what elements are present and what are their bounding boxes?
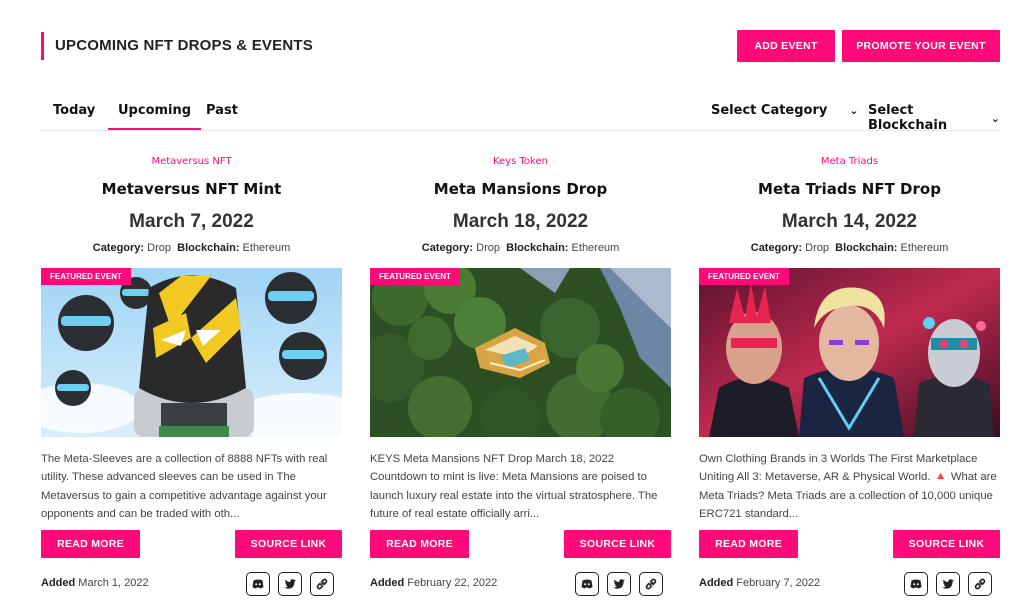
event-image[interactable]: FEATURED EVENT (699, 268, 1000, 437)
read-more-button[interactable]: READ MORE (41, 530, 140, 558)
event-date: March 18, 2022 (452, 211, 589, 232)
featured-badge: FEATURED EVENT (370, 268, 460, 285)
mansion-artwork-image (370, 268, 671, 437)
page-title: UPCOMING NFT DROPS & EVENTS (55, 37, 313, 54)
link-icon[interactable] (639, 572, 663, 596)
category-value: Drop (805, 242, 829, 254)
event-meta: Category: Drop Blockchain: Ethereum (41, 242, 342, 254)
add-event-button[interactable]: ADD EVENT (737, 30, 835, 62)
chevron-down-icon: ⌄ (990, 111, 1000, 125)
added-date: Added February 7, 2022 (699, 577, 820, 589)
featured-badge: FEATURED EVENT (699, 268, 789, 285)
added-value: March 1, 2022 (78, 577, 149, 589)
event-date: March 14, 2022 (781, 211, 918, 232)
blockchain-select[interactable]: Select Blockchain ⌄ (868, 103, 1000, 133)
event-meta: Category: Drop Blockchain: Ethereum (370, 242, 671, 254)
added-label: Added (370, 577, 405, 589)
page-header: UPCOMING NFT DROPS & EVENTS ADD EVENT PR… (41, 30, 1000, 62)
event-card: Metaversus NFT Metaversus NFT Mint March… (41, 152, 342, 613)
category-label: Category: (92, 242, 145, 254)
event-description: The Meta-Sleeves are a collection of 888… (41, 453, 328, 520)
category-select-label: Select Category (711, 103, 828, 118)
event-image[interactable]: FEATURED EVENT (370, 268, 671, 437)
blockchain-label: Blockchain: (835, 242, 898, 254)
added-value: February 7, 2022 (736, 577, 821, 589)
event-image[interactable]: FEATURED EVENT (41, 268, 342, 437)
event-description: KEYS Meta Mansions NFT Drop March 18, 20… (370, 453, 658, 520)
blockchain-value: Ethereum (900, 242, 949, 254)
discord-icon[interactable] (904, 572, 928, 596)
event-card: Keys Token Meta Mansions Drop March 18, … (370, 152, 671, 613)
title-accent-bar (41, 32, 44, 60)
cyberpunk-characters-image (699, 268, 1000, 437)
twitter-icon[interactable] (936, 572, 960, 596)
featured-badge: FEATURED EVENT (41, 268, 131, 285)
event-title[interactable]: Meta Triads NFT Drop (699, 180, 1000, 198)
source-link-button[interactable]: SOURCE LINK (564, 530, 671, 558)
event-description: Own Clothing Brands in 3 Worlds The Firs… (699, 453, 997, 520)
added-label: Added (699, 577, 734, 589)
blockchain-label: Blockchain: (177, 242, 240, 254)
twitter-icon[interactable] (607, 572, 631, 596)
source-link-button[interactable]: SOURCE LINK (893, 530, 1000, 558)
category-select[interactable]: Select Category ⌄ (711, 103, 859, 118)
read-more-button[interactable]: READ MORE (370, 530, 469, 558)
robot-artwork-image (41, 268, 342, 437)
added-date: Added March 1, 2022 (41, 577, 149, 589)
discord-icon[interactable] (575, 572, 599, 596)
event-title[interactable]: Meta Mansions Drop (370, 180, 671, 198)
category-label: Category: (421, 242, 474, 254)
social-links (246, 572, 342, 596)
blockchain-label: Blockchain: (506, 242, 569, 254)
twitter-icon[interactable] (278, 572, 302, 596)
event-date: March 7, 2022 (129, 211, 254, 232)
link-icon[interactable] (310, 572, 334, 596)
event-card: Meta Triads Meta Triads NFT Drop March 1… (699, 152, 1000, 613)
source-link-button[interactable]: SOURCE LINK (235, 530, 342, 558)
blockchain-value: Ethereum (242, 242, 291, 254)
category-label: Category: (750, 242, 803, 254)
chevron-down-icon: ⌄ (849, 104, 859, 117)
category-value: Drop (147, 242, 171, 254)
event-title[interactable]: Metaversus NFT Mint (41, 180, 342, 198)
tab-past[interactable]: Past (206, 96, 238, 130)
link-icon[interactable] (968, 572, 992, 596)
blockchain-value: Ethereum (571, 242, 620, 254)
filter-bar: Today Upcoming Past Select Category ⌄ Se… (41, 96, 1000, 133)
social-links (904, 572, 1000, 596)
event-meta: Category: Drop Blockchain: Ethereum (699, 242, 1000, 254)
added-label: Added (41, 577, 76, 589)
read-more-button[interactable]: READ MORE (699, 530, 798, 558)
project-link[interactable]: Meta Triads (699, 156, 1000, 167)
promote-event-button[interactable]: PROMOTE YOUR EVENT (842, 30, 1000, 62)
discord-icon[interactable] (246, 572, 270, 596)
project-link[interactable]: Metaversus NFT (41, 156, 342, 167)
added-date: Added February 22, 2022 (370, 577, 497, 589)
social-links (575, 572, 671, 596)
blockchain-select-label: Select Blockchain (868, 103, 948, 133)
project-link[interactable]: Keys Token (370, 156, 671, 167)
tab-upcoming[interactable]: Upcoming (108, 96, 202, 130)
added-value: February 22, 2022 (407, 577, 498, 589)
category-value: Drop (476, 242, 500, 254)
tab-today[interactable]: Today (53, 96, 95, 130)
